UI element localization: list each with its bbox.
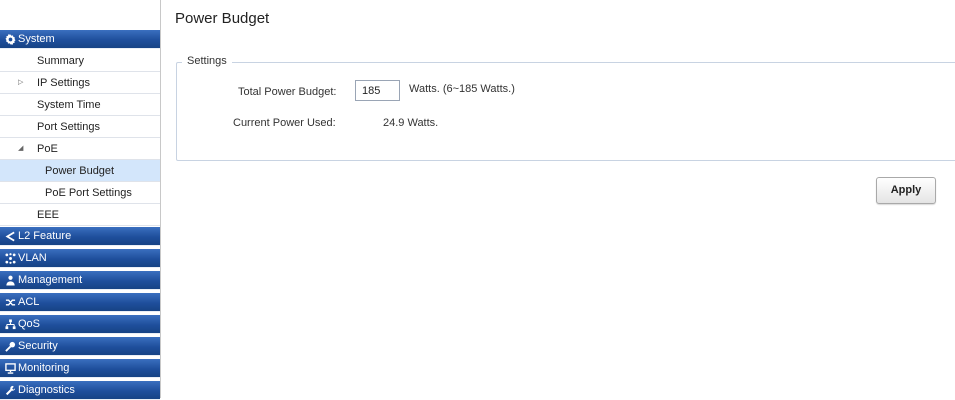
settings-legend: Settings xyxy=(182,55,232,67)
sidebar-item-label: Port Settings xyxy=(37,121,100,133)
network-icon xyxy=(5,249,16,264)
sidebar-item-label: PoE Port Settings xyxy=(45,187,132,199)
total-power-budget-hint: Watts. (6~185 Watts.) xyxy=(409,83,515,95)
sidebar-category-label: VLAN xyxy=(18,252,47,264)
total-power-budget-label: Total Power Budget: xyxy=(238,86,337,98)
sidebar-item-label: PoE xyxy=(37,143,58,155)
sidebar-category-qos[interactable]: QoS xyxy=(0,315,160,334)
sidebar-category-label: Monitoring xyxy=(18,362,70,374)
page-title: Power Budget xyxy=(175,10,270,27)
sidebar-item-eee[interactable]: EEE xyxy=(0,204,160,226)
sidebar-category-label: Diagnostics xyxy=(18,384,75,396)
sidebar-item-power-budget[interactable]: Power Budget xyxy=(0,160,160,182)
sidebar-category-security[interactable]: Security xyxy=(0,337,160,356)
sidebar-category-diagnostics[interactable]: Diagnostics xyxy=(0,381,160,400)
sidebar-item-label: IP Settings xyxy=(37,77,90,89)
sidebar-category-system[interactable]: System xyxy=(0,30,160,49)
sidebar-item-label: Power Budget xyxy=(45,165,115,177)
key-icon xyxy=(5,337,16,352)
sidebar-item-system-time[interactable]: System Time xyxy=(0,94,160,116)
sidebar-nav: System Summary ▷ IP Settings System Time… xyxy=(0,0,161,400)
sidebar-category-label: Management xyxy=(18,274,83,286)
sidebar-category-label: System xyxy=(18,33,55,45)
expand-arrow-icon[interactable]: ▷ xyxy=(18,72,23,94)
current-power-used-value: 24.9 Watts. xyxy=(383,117,439,129)
sidebar-category-vlan[interactable]: VLAN xyxy=(0,249,160,268)
total-power-budget-input[interactable] xyxy=(355,80,400,101)
sidebar-item-poe-port-settings[interactable]: PoE Port Settings xyxy=(0,182,160,204)
sidebar-category-label: Security xyxy=(18,340,58,352)
sidebar-item-label: Summary xyxy=(37,55,85,67)
share-icon xyxy=(5,227,16,242)
sidebar-item-label: System Time xyxy=(37,99,101,111)
sidebar-category-monitoring[interactable]: Monitoring xyxy=(0,359,160,378)
sidebar-item-port-settings[interactable]: Port Settings xyxy=(0,116,160,138)
wrench-icon xyxy=(5,381,16,396)
sidebar-category-label: L2 Feature xyxy=(18,230,72,242)
apply-button[interactable]: Apply xyxy=(876,177,936,204)
user-icon xyxy=(5,271,16,286)
current-power-used-label: Current Power Used: xyxy=(233,117,336,129)
sidebar-category-label: ACL xyxy=(18,296,40,308)
monitor-icon xyxy=(5,359,16,374)
sidebar-category-acl[interactable]: ACL xyxy=(0,293,160,312)
sitemap-icon xyxy=(5,315,16,330)
sidebar-category-management[interactable]: Management xyxy=(0,271,160,290)
shuffle-icon xyxy=(5,293,16,308)
sidebar-item-ip-settings[interactable]: ▷ IP Settings xyxy=(0,72,160,94)
sidebar-item-label: EEE xyxy=(37,209,60,221)
collapse-arrow-icon[interactable]: ◢ xyxy=(18,138,23,160)
gear-icon xyxy=(5,30,16,45)
settings-fieldset xyxy=(176,62,955,161)
sidebar-category-label: QoS xyxy=(18,318,41,330)
sidebar-item-poe[interactable]: ◢ PoE xyxy=(0,138,160,160)
sidebar-item-summary[interactable]: Summary xyxy=(0,50,160,72)
sidebar-category-l2-feature[interactable]: L2 Feature xyxy=(0,227,160,246)
